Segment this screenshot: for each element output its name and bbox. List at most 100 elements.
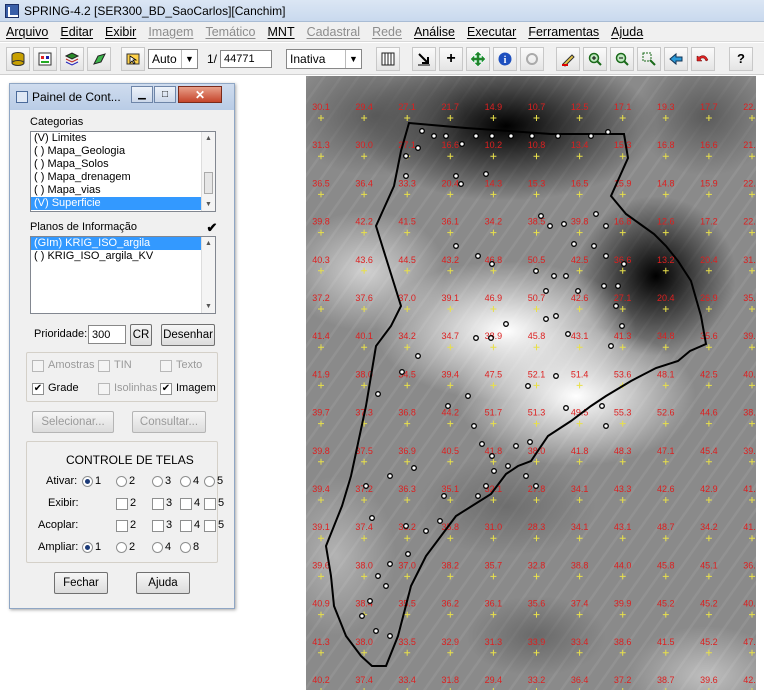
menu-item-5[interactable]: MNT — [262, 25, 301, 39]
ampliar-radio-2[interactable] — [116, 542, 127, 553]
control-panel[interactable]: Painel de Cont... ▁ □ ✕ Categorias ▲ ▼ (V… — [9, 83, 235, 609]
back-icon[interactable] — [664, 46, 689, 71]
draw-icon[interactable] — [87, 46, 111, 71]
ativar-radio-4[interactable] — [180, 476, 191, 487]
grid-value-label: 35.1 — [442, 484, 460, 494]
amostras-checkbox[interactable] — [32, 360, 44, 372]
category-item[interactable]: (V) Limites — [31, 132, 201, 145]
ampliar-radio-1[interactable] — [82, 542, 93, 553]
menu-item-0[interactable]: Arquivo — [0, 25, 54, 39]
exibir-checkbox-3[interactable] — [152, 498, 164, 510]
grid-value-label: 34.2 — [485, 217, 503, 227]
query-button[interactable]: Consultar... — [132, 411, 206, 433]
tin-checkbox[interactable] — [98, 360, 110, 372]
grid-value-label: 36.8 — [398, 408, 416, 418]
layers-icon[interactable] — [60, 46, 84, 71]
mode-select[interactable]: Inativa ▼ — [286, 48, 363, 69]
acoplar-checkbox-5[interactable] — [204, 520, 216, 532]
scale-mode-select[interactable]: Auto ▼ — [148, 48, 198, 69]
menu-item-10[interactable]: Ferramentas — [522, 25, 605, 39]
isolinhas-checkbox[interactable] — [98, 383, 110, 395]
plane-item[interactable]: ( ) KRIG_ISO_argila_KV — [31, 250, 201, 263]
close-window-button[interactable]: ✕ — [178, 86, 222, 103]
grid-value-label: 51.4 — [571, 369, 589, 379]
menu-item-4[interactable]: Temático — [199, 25, 261, 39]
close-button[interactable]: Fechar — [54, 572, 108, 594]
undo-icon[interactable] — [691, 46, 716, 71]
categories-scrollbar[interactable]: ▲ ▼ — [201, 132, 215, 211]
category-item[interactable]: ( ) Mapa_Geologia — [31, 145, 201, 158]
texto-checkbox[interactable] — [160, 360, 172, 372]
category-item[interactable]: (V) Superficie — [31, 197, 201, 210]
scale-input[interactable]: 44771 — [220, 49, 273, 68]
scroll-up-icon[interactable]: ▲ — [202, 237, 215, 250]
grid-value-label: 14.9 — [485, 102, 503, 112]
select-icon[interactable] — [412, 46, 437, 71]
menu-item-8[interactable]: Análise — [408, 25, 461, 39]
category-item[interactable]: ( ) Mapa_drenagem — [31, 171, 201, 184]
zoom-area-icon[interactable] — [637, 46, 662, 71]
menu-item-7[interactable]: Rede — [366, 25, 408, 39]
grid-value-label: 41.9 — [312, 369, 330, 379]
menu-item-6[interactable]: Cadastral — [301, 25, 367, 39]
ativar-radio-1[interactable] — [82, 476, 93, 487]
maximize-button[interactable]: □ — [154, 86, 176, 103]
minimize-button[interactable]: ▁ — [131, 86, 153, 103]
map-canvas[interactable]: 30.1 29.4 27.1 21.7 14.9 10.7 12.5 17.1 19.3 17.7… — [306, 76, 756, 690]
grade-checkbox[interactable]: ✔ — [32, 383, 44, 395]
menu-item-1[interactable]: Editar — [54, 25, 99, 39]
menu-item-11[interactable]: Ajuda — [605, 25, 649, 39]
exibir-checkbox-4[interactable] — [180, 498, 192, 510]
ampliar-radio-4[interactable] — [152, 542, 163, 553]
menu-item-3[interactable]: Imagem — [142, 25, 199, 39]
categories-list[interactable]: ▲ ▼ (V) Limites( ) Mapa_Geologia( ) Mapa_… — [30, 131, 216, 212]
planes-scrollbar[interactable]: ▲ ▼ — [201, 237, 215, 313]
grid-icon[interactable] — [376, 46, 401, 71]
menu-item-9[interactable]: Executar — [461, 25, 522, 39]
exibir-checkbox-5[interactable] — [204, 498, 216, 510]
select-button[interactable]: Selecionar... — [32, 411, 114, 433]
planes-check-icon[interactable]: ✔ — [206, 221, 218, 235]
info-icon[interactable]: i — [493, 46, 518, 71]
pan-icon[interactable] — [466, 46, 491, 71]
sample-point — [527, 439, 533, 445]
planes-list[interactable]: ▲ ▼ (GIm) KRIG_ISO_argila( ) KRIG_ISO_arg… — [30, 236, 216, 314]
database-icon[interactable] — [6, 46, 30, 71]
zoom-out-icon[interactable] — [610, 46, 635, 71]
grid-value-label: 41.0 — [743, 522, 756, 532]
ativar-radio-3[interactable] — [152, 476, 163, 487]
grid-value-label: 31.0 — [485, 522, 503, 532]
sample-point — [588, 133, 594, 139]
category-item[interactable]: ( ) Mapa_vias — [31, 184, 201, 197]
help-icon[interactable]: ? — [729, 46, 754, 71]
acoplar-checkbox-4[interactable] — [180, 520, 192, 532]
ativar-radio-5[interactable] — [204, 476, 215, 487]
help-button[interactable]: Ajuda — [136, 572, 190, 594]
add-icon[interactable]: + — [439, 46, 464, 71]
acoplar-checkbox-3[interactable] — [152, 520, 164, 532]
grid-value-label: 45.8 — [528, 331, 546, 341]
sample-point — [423, 528, 429, 534]
ampliar-radio-8[interactable] — [180, 542, 191, 553]
ampliar-label: Ampliar: — [38, 541, 79, 553]
cursor-icon[interactable] — [121, 46, 145, 71]
draw-button[interactable]: Desenhar — [161, 324, 215, 346]
plane-item[interactable]: (GIm) KRIG_ISO_argila — [31, 237, 201, 250]
grid-value-label: 39.2 — [743, 446, 756, 456]
zoom-in-icon[interactable] — [583, 46, 608, 71]
grid-value-label: 50.7 — [528, 293, 546, 303]
priority-input[interactable]: 300 — [88, 325, 126, 344]
category-item[interactable]: ( ) Mapa_Solos — [31, 158, 201, 171]
acoplar-checkbox-2[interactable] — [116, 520, 128, 532]
scroll-down-icon[interactable]: ▼ — [202, 300, 215, 313]
ativar-radio-2[interactable] — [116, 476, 127, 487]
scroll-up-icon[interactable]: ▲ — [202, 132, 215, 145]
exibir-checkbox-2[interactable] — [116, 498, 128, 510]
cr-button[interactable]: CR — [130, 324, 152, 346]
scroll-down-icon[interactable]: ▼ — [202, 198, 215, 211]
table-icon[interactable] — [33, 46, 57, 71]
imagem-checkbox[interactable]: ✔ — [160, 383, 172, 395]
menu-item-2[interactable]: Exibir — [99, 25, 142, 39]
pencil-icon[interactable] — [556, 46, 581, 71]
scroll-thumb[interactable] — [204, 172, 213, 194]
